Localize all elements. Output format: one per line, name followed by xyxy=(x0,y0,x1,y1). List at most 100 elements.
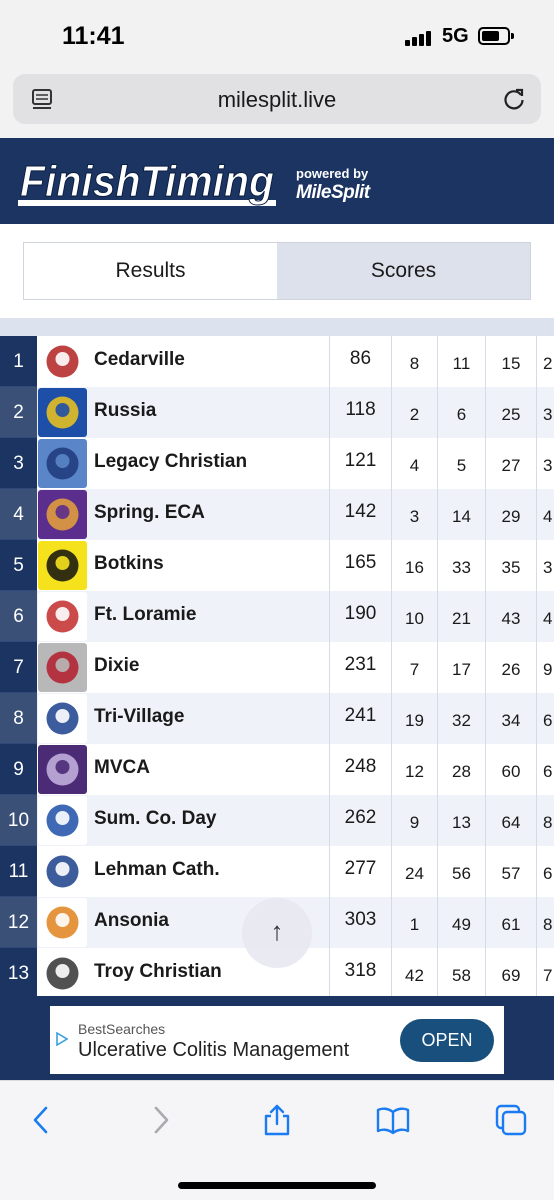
milesplit-logo[interactable]: MileSplit xyxy=(296,182,370,204)
browser-address-area: milesplit.live xyxy=(0,62,554,138)
runner-place-3: 35 xyxy=(485,540,536,591)
team-logo-icon xyxy=(38,541,87,590)
team-score: 118 xyxy=(329,387,391,438)
rank-cell: 5 xyxy=(0,540,37,591)
runner-place-1: 3 xyxy=(391,489,437,540)
runner-place-4: 8 xyxy=(536,897,554,948)
runner-place-3: 25 xyxy=(485,387,536,438)
team-name[interactable]: Spring. ECA xyxy=(94,502,205,524)
team-logo-icon xyxy=(38,439,87,488)
runner-place-4: 4 xyxy=(536,591,554,642)
runner-place-1: 10 xyxy=(391,591,437,642)
runner-place-3: 15 xyxy=(485,336,536,387)
address-bar[interactable]: milesplit.live xyxy=(13,74,541,124)
site-banner: FinishTiming powered by MileSplit xyxy=(0,138,554,224)
table-row[interactable]: 1 Cedarville 86 8 11 15 2 xyxy=(0,336,554,387)
bookmarks-icon[interactable] xyxy=(376,1103,410,1137)
url-text[interactable]: milesplit.live xyxy=(13,87,541,113)
runner-place-3: 64 xyxy=(485,795,536,846)
table-row[interactable]: 10 Sum. Co. Day 262 9 13 64 8 xyxy=(0,795,554,846)
battery-icon xyxy=(478,27,514,45)
team-name[interactable]: Russia xyxy=(94,400,156,422)
table-row[interactable]: 7 Dixie 231 7 17 26 9 xyxy=(0,642,554,693)
team-score: 142 xyxy=(329,489,391,540)
runner-place-4: 7 xyxy=(536,948,554,996)
team-name[interactable]: Tri-Village xyxy=(94,706,184,728)
table-row[interactable]: 8 Tri-Village 241 19 32 34 6 xyxy=(0,693,554,744)
finishtiming-logo[interactable]: FinishTiming xyxy=(18,150,280,210)
team-score: 241 xyxy=(329,693,391,744)
team-name[interactable]: Sum. Co. Day xyxy=(94,808,216,830)
runner-place-4: 3 xyxy=(536,438,554,489)
home-indicator xyxy=(178,1182,376,1189)
team-name[interactable]: Lehman Cath. xyxy=(94,859,220,881)
rank-cell: 9 xyxy=(0,744,37,795)
runner-place-1: 8 xyxy=(391,336,437,387)
rank-cell: 12 xyxy=(0,897,37,948)
rank-cell: 2 xyxy=(0,387,37,438)
runner-place-4: 8 xyxy=(536,795,554,846)
runner-place-1: 7 xyxy=(391,642,437,693)
team-name[interactable]: Ansonia xyxy=(94,910,169,932)
team-score: 262 xyxy=(329,795,391,846)
runner-place-2: 56 xyxy=(437,846,485,897)
table-row[interactable]: 5 Botkins 165 16 33 35 3 xyxy=(0,540,554,591)
runner-place-3: 43 xyxy=(485,591,536,642)
arrow-up-icon: ↑ xyxy=(270,916,284,946)
runner-place-4: 4 xyxy=(536,489,554,540)
runner-place-2: 6 xyxy=(437,387,485,438)
table-row[interactable]: 2 Russia 118 2 6 25 3 xyxy=(0,387,554,438)
runner-place-2: 13 xyxy=(437,795,485,846)
team-logo-icon xyxy=(38,490,87,539)
tab-scores[interactable]: Scores xyxy=(277,243,530,299)
team-score: 190 xyxy=(329,591,391,642)
runner-place-3: 61 xyxy=(485,897,536,948)
view-tabs: Results Scores xyxy=(23,242,531,300)
ad-title[interactable]: Ulcerative Colitis Management xyxy=(78,1039,349,1062)
runner-place-2: 49 xyxy=(437,897,485,948)
team-score: 165 xyxy=(329,540,391,591)
forward-icon[interactable] xyxy=(144,1103,178,1137)
team-score: 303 xyxy=(329,897,391,948)
rank-cell: 11 xyxy=(0,846,37,897)
ad-source: BestSearches xyxy=(78,1021,166,1037)
ad-open-button[interactable]: OPEN xyxy=(400,1019,494,1062)
team-name[interactable]: Cedarville xyxy=(94,349,185,371)
tab-results[interactable]: Results xyxy=(24,243,277,299)
ad-banner[interactable]: BestSearches Ulcerative Colitis Manageme… xyxy=(50,1006,504,1074)
runner-place-1: 19 xyxy=(391,693,437,744)
team-logo-icon xyxy=(38,337,87,386)
tabs-icon[interactable] xyxy=(494,1103,528,1137)
table-row[interactable]: 4 Spring. ECA 142 3 14 29 4 xyxy=(0,489,554,540)
runner-place-1: 24 xyxy=(391,846,437,897)
rank-cell: 6 xyxy=(0,591,37,642)
team-name[interactable]: MVCA xyxy=(94,757,150,779)
team-name[interactable]: Dixie xyxy=(94,655,139,677)
table-row[interactable]: 6 Ft. Loramie 190 10 21 43 4 xyxy=(0,591,554,642)
powered-by-label: powered by xyxy=(296,166,369,181)
scroll-to-top-button[interactable]: ↑ xyxy=(242,898,312,968)
runner-place-2: 58 xyxy=(437,948,485,996)
runner-place-3: 27 xyxy=(485,438,536,489)
team-name[interactable]: Troy Christian xyxy=(94,961,222,983)
team-name[interactable]: Ft. Loramie xyxy=(94,604,196,626)
team-name[interactable]: Legacy Christian xyxy=(94,451,247,473)
runner-place-4: 3 xyxy=(536,387,554,438)
back-icon[interactable] xyxy=(24,1103,58,1137)
table-row[interactable]: 3 Legacy Christian 121 4 5 27 3 xyxy=(0,438,554,489)
runner-place-2: 11 xyxy=(437,336,485,387)
team-logo-icon xyxy=(38,898,87,947)
share-icon[interactable] xyxy=(260,1103,294,1137)
ad-choices-icon[interactable] xyxy=(56,1032,68,1046)
team-score: 121 xyxy=(329,438,391,489)
runner-place-2: 5 xyxy=(437,438,485,489)
table-row[interactable]: 9 MVCA 248 12 28 60 6 xyxy=(0,744,554,795)
team-logo-icon xyxy=(38,694,87,743)
runner-place-2: 17 xyxy=(437,642,485,693)
runner-place-4: 6 xyxy=(536,744,554,795)
team-name[interactable]: Botkins xyxy=(94,553,164,575)
team-score: 277 xyxy=(329,846,391,897)
reload-icon[interactable] xyxy=(501,86,527,112)
team-logo-icon xyxy=(38,592,87,641)
table-row[interactable]: 11 Lehman Cath. 277 24 56 57 6 xyxy=(0,846,554,897)
